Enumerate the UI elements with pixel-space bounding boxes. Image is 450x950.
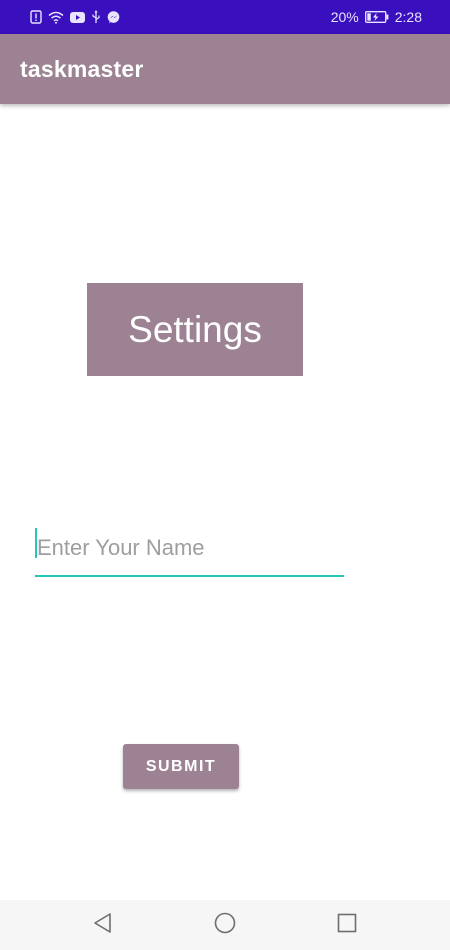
text-cursor	[35, 528, 37, 558]
submit-button[interactable]: SUBMIT	[123, 744, 239, 789]
name-input[interactable]	[35, 520, 344, 576]
status-icons-right: 20% 2:28	[331, 9, 422, 25]
alert-icon	[30, 10, 42, 24]
back-icon	[93, 912, 113, 939]
messenger-icon	[107, 10, 120, 24]
home-icon	[214, 912, 236, 939]
status-icons-left	[30, 10, 120, 24]
youtube-icon	[70, 10, 85, 24]
usb-icon	[91, 10, 101, 24]
recents-button[interactable]	[326, 904, 368, 946]
home-button[interactable]	[204, 904, 246, 946]
navigation-bar	[0, 900, 450, 950]
status-time: 2:28	[394, 9, 422, 25]
input-underline	[35, 575, 344, 577]
back-button[interactable]	[82, 904, 124, 946]
status-bar: 20% 2:28	[0, 0, 450, 34]
settings-heading: Settings	[87, 283, 303, 376]
app-title: taskmaster	[20, 55, 144, 82]
name-field	[35, 520, 344, 578]
recents-icon	[337, 913, 357, 938]
battery-percent: 20%	[330, 9, 359, 25]
app-bar: taskmaster	[0, 34, 450, 104]
battery-charging-icon	[364, 10, 389, 24]
wifi-icon	[48, 10, 64, 24]
screen: 20% 2:28 taskmaster Settings SUBMIT	[0, 0, 450, 950]
